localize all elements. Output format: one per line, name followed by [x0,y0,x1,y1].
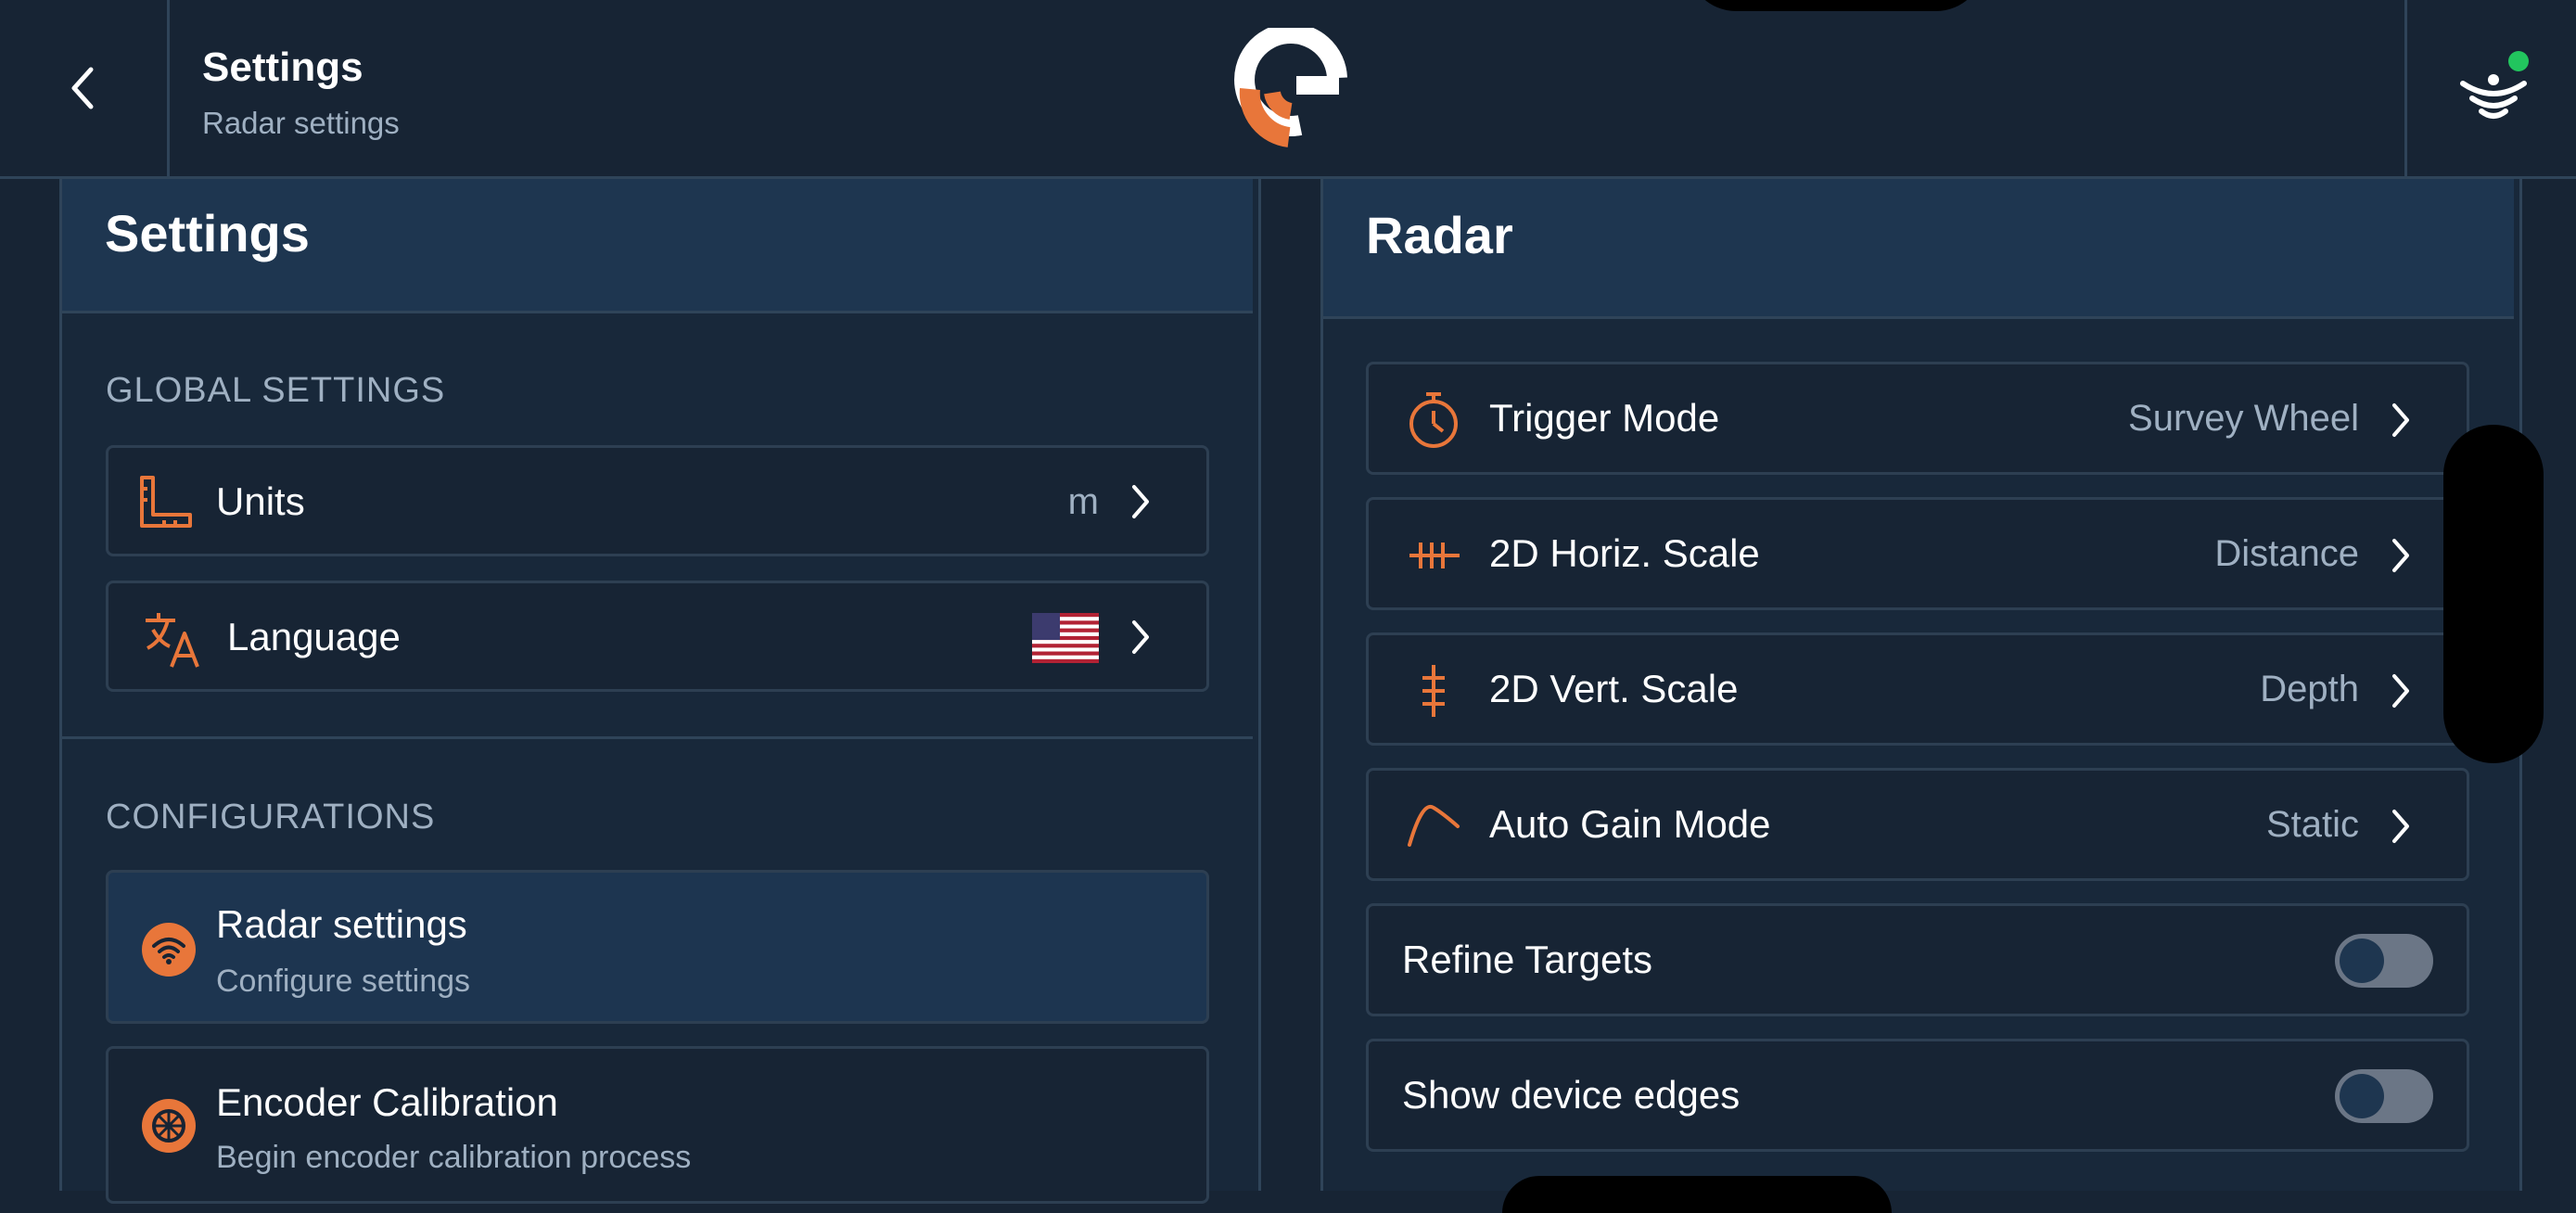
show-device-edges-row: Show device edges [1366,1039,2469,1152]
horizontal-scale-icon [1409,543,1460,568]
refine-targets-row: Refine Targets [1366,903,2469,1016]
page-title: Settings [202,45,363,90]
chevron-right-icon [1132,485,1149,518]
brand-logo [1233,23,1354,153]
radar-panel-header: Radar [1323,179,2514,319]
auto-gain-mode-row[interactable]: Auto Gain Mode Static [1366,768,2469,881]
connection-status-button[interactable] [2411,0,2576,176]
scroll-handle[interactable] [2443,425,2544,763]
radar-settings-sublabel: Configure settings [216,964,471,999]
chevron-right-icon [2392,674,2409,708]
auto-gain-mode-value: Static [2265,804,2359,845]
brand-logo-icon [1234,23,1347,147]
gain-curve-icon [1408,804,1460,847]
toggle-knob [2340,938,2384,983]
units-row[interactable]: Units m [106,445,1209,556]
page-subtitle: Radar settings [202,106,400,140]
radar-wifi-icon [142,923,196,977]
vert-scale-row[interactable]: 2D Vert. Scale Depth [1366,632,2469,746]
stopwatch-icon [1409,392,1458,448]
radar-settings-row[interactable]: Radar settings Configure settings [106,870,1209,1024]
ruler-icon [140,476,192,528]
trigger-mode-row[interactable]: Trigger Mode Survey Wheel [1366,362,2469,475]
back-button[interactable] [0,0,167,176]
show-device-edges-toggle[interactable] [2335,1069,2433,1123]
trigger-mode-label: Trigger Mode [1489,396,1720,440]
units-label: Units [216,479,305,523]
header-divider-right [2404,0,2407,176]
trigger-mode-value: Survey Wheel [2128,398,2359,439]
encoder-calibration-sublabel: Begin encoder calibration process [216,1140,692,1175]
settings-panel-header: Settings [62,179,1253,313]
us-flag-icon [1032,613,1099,663]
encoder-calibration-label: Encoder Calibration [216,1080,558,1124]
section-divider [62,736,1253,739]
refine-targets-label: Refine Targets [1402,938,1653,981]
toggle-knob [2340,1074,2384,1118]
translate-icon [146,613,199,668]
radar-settings-label: Radar settings [216,902,467,946]
refine-targets-toggle[interactable] [2335,934,2433,988]
vert-scale-value: Depth [2260,669,2359,709]
radar-panel-title: Radar [1366,206,1513,264]
wheel-icon [142,1099,196,1153]
chevron-right-icon [2392,539,2409,572]
chevron-right-icon [2392,403,2409,437]
header-divider [167,0,170,176]
language-label: Language [227,615,401,658]
show-device-edges-label: Show device edges [1402,1073,1741,1117]
chevron-right-icon [1132,620,1149,654]
encoder-calibration-row[interactable]: Encoder Calibration Begin encoder calibr… [106,1046,1209,1204]
settings-panel-title: Settings [105,204,310,262]
home-indicator [1502,1176,1892,1213]
units-value: m [1067,481,1099,522]
chevron-left-icon [71,67,94,109]
horiz-scale-row[interactable]: 2D Horiz. Scale Distance [1366,497,2469,610]
language-row[interactable]: Language [106,581,1209,692]
vertical-scale-icon [1422,665,1445,717]
global-settings-label: GLOBAL SETTINGS [106,371,446,410]
configurations-label: CONFIGURATIONS [106,798,436,836]
wireless-signal-icon [2460,51,2529,119]
auto-gain-mode-label: Auto Gain Mode [1489,802,1771,846]
vert-scale-label: 2D Vert. Scale [1489,667,1739,710]
horiz-scale-label: 2D Horiz. Scale [1489,531,1760,575]
device-notch [1688,0,1984,11]
horiz-scale-value: Distance [2214,533,2359,574]
chevron-right-icon [2392,810,2409,843]
